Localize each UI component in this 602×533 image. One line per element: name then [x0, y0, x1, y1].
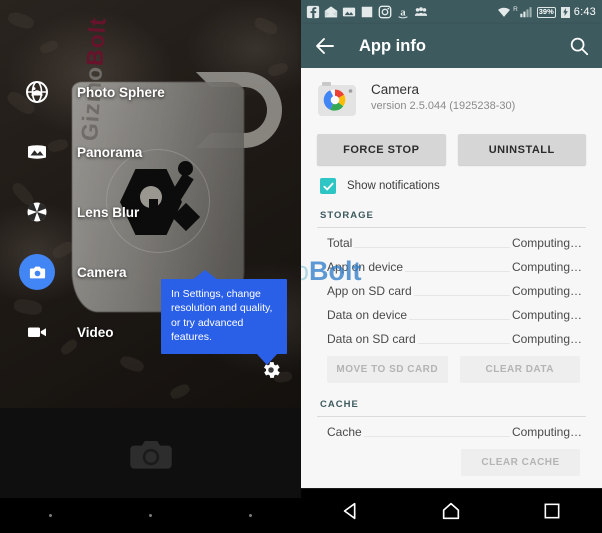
force-stop-button[interactable]: FORCE STOP — [317, 134, 446, 165]
wifi-icon — [498, 7, 511, 17]
storage-row-data-on-sd-card[interactable]: Data on SD card Computing… — [317, 324, 586, 348]
row-value: Computing… — [511, 260, 582, 274]
row-label: Data on SD card — [327, 332, 416, 346]
battery-indicator: 39% — [536, 6, 556, 18]
roaming-indicator: R — [513, 6, 518, 13]
lens-blur-icon — [19, 194, 55, 230]
row-fill — [413, 295, 510, 296]
app-info-content: GizmoBolt — [301, 68, 602, 488]
row-label: Data on device — [327, 308, 408, 322]
blank-square-icon — [361, 6, 373, 18]
status-indicators: R 39% 6:43 — [497, 5, 596, 19]
row-value: Computing… — [511, 332, 582, 346]
panorama-icon — [19, 134, 55, 170]
camera-icon — [19, 254, 55, 290]
row-value: Computing… — [511, 284, 582, 298]
storage-row-app-on-device[interactable]: App on device Computing… — [317, 252, 586, 276]
row-value: Computing… — [511, 308, 582, 322]
uninstall-button[interactable]: UNINSTALL — [457, 134, 586, 165]
storage-action-buttons: MOVE TO SD CARD CLEAR DATA — [317, 348, 586, 383]
amazon-icon: a — [398, 8, 408, 19]
left-navigation-bar[interactable] — [0, 498, 301, 533]
instagram-icon — [378, 5, 392, 19]
nav-home-icon[interactable] — [148, 514, 152, 517]
row-fill — [409, 319, 510, 320]
mode-label: Panorama — [77, 144, 143, 160]
mode-item-photo-sphere[interactable]: Photo Sphere — [0, 64, 220, 120]
tooltip-notch-top — [192, 270, 218, 280]
battery-charging-icon — [560, 6, 570, 18]
app-action-buttons: FORCE STOP UNINSTALL — [301, 120, 602, 165]
google-camera-icon — [317, 80, 357, 120]
settings-button[interactable] — [257, 358, 285, 386]
svg-text:a: a — [400, 8, 406, 19]
camera-shutter-icon[interactable] — [128, 436, 174, 472]
row-label: Cache — [327, 425, 362, 439]
photo-sphere-icon — [19, 74, 55, 110]
show-notifications-checkbox[interactable] — [320, 178, 336, 194]
app-meta: Camera version 2.5.044 (1925238-30) — [371, 80, 515, 112]
row-label: Total — [327, 236, 353, 250]
storage-section: STORAGE Total Computing… App on device C… — [301, 210, 602, 383]
gear-icon — [260, 359, 282, 386]
storage-row-app-on-sd-card[interactable]: App on SD card Computing… — [317, 276, 586, 300]
app-version: version 2.5.044 (1925238-30) — [371, 99, 516, 112]
cell-signal-icon — [520, 7, 532, 18]
show-notifications-row[interactable]: Show notifications — [301, 165, 602, 194]
status-bar: a R 39% 6:43 — [301, 0, 602, 24]
camera-bottom-bar — [0, 408, 301, 498]
mug-brand-part2: Bolt — [81, 16, 111, 67]
search-icon[interactable] — [568, 35, 590, 57]
app-info-panel: a R 39% 6:43 App info oBolt Camera versi… — [301, 0, 602, 533]
camera-app-panel: GizmoBolt Photo Sphere Panorama Lens Blu… — [0, 0, 301, 533]
notification-icons: a — [306, 5, 497, 19]
battery-percent: 39% — [538, 7, 554, 17]
mode-item-panorama[interactable]: Panorama — [0, 124, 220, 180]
app-header: Camera version 2.5.044 (1925238-30) — [301, 68, 602, 120]
clock: 6:43 — [573, 6, 596, 18]
cache-row-cache[interactable]: Cache Computing… — [317, 417, 586, 441]
show-notifications-label: Show notifications — [347, 180, 440, 192]
row-fill — [354, 247, 510, 248]
storage-row-data-on-device[interactable]: Data on device Computing… — [317, 300, 586, 324]
row-value: Computing… — [511, 425, 582, 439]
nav-home-icon[interactable] — [438, 498, 464, 524]
nav-back-icon[interactable] — [48, 514, 52, 517]
row-label: App on SD card — [327, 284, 412, 298]
app-bar: App info — [301, 24, 602, 68]
settings-tooltip[interactable]: In Settings, change resolution and quali… — [161, 270, 287, 365]
app-name: Camera — [371, 82, 420, 97]
mode-item-lens-blur[interactable]: Lens Blur — [0, 184, 220, 240]
move-to-sd-card-button[interactable]: MOVE TO SD CARD — [327, 356, 448, 383]
mail-icon — [324, 6, 338, 18]
cache-action-buttons: CLEAR CACHE — [317, 441, 586, 476]
screenshot-root: GizmoBolt Photo Sphere Panorama Lens Blu… — [0, 0, 602, 533]
cache-section-title: CACHE — [320, 399, 359, 410]
nav-back-icon[interactable] — [338, 498, 364, 524]
nav-recents-icon[interactable] — [249, 514, 253, 517]
row-fill — [405, 271, 510, 272]
nav-recents-icon[interactable] — [539, 498, 565, 524]
page-title: App info — [359, 36, 426, 55]
row-label: App on device — [327, 260, 404, 274]
clear-cache-button[interactable]: CLEAR CACHE — [461, 449, 580, 476]
android-navigation-bar[interactable] — [301, 488, 602, 533]
photo-icon — [342, 7, 356, 17]
storage-section-title: STORAGE — [320, 210, 374, 221]
row-value: Computing… — [511, 236, 582, 250]
video-icon — [19, 314, 55, 350]
mode-label: Lens Blur — [77, 204, 140, 220]
storage-row-total[interactable]: Total Computing… — [317, 228, 586, 252]
clear-data-button[interactable]: CLEAR DATA — [459, 356, 580, 383]
mode-label: Video — [77, 324, 114, 340]
people-icon — [414, 7, 428, 16]
tooltip-text: In Settings, change resolution and quali… — [171, 288, 273, 344]
mode-label: Photo Sphere — [77, 84, 165, 100]
back-arrow-icon[interactable] — [313, 34, 337, 58]
row-fill — [417, 343, 510, 344]
cache-section: CACHE Cache Computing… CLEAR CACHE — [301, 399, 602, 476]
facebook-icon — [306, 5, 320, 19]
row-fill — [363, 436, 510, 437]
mode-label: Camera — [77, 264, 127, 280]
